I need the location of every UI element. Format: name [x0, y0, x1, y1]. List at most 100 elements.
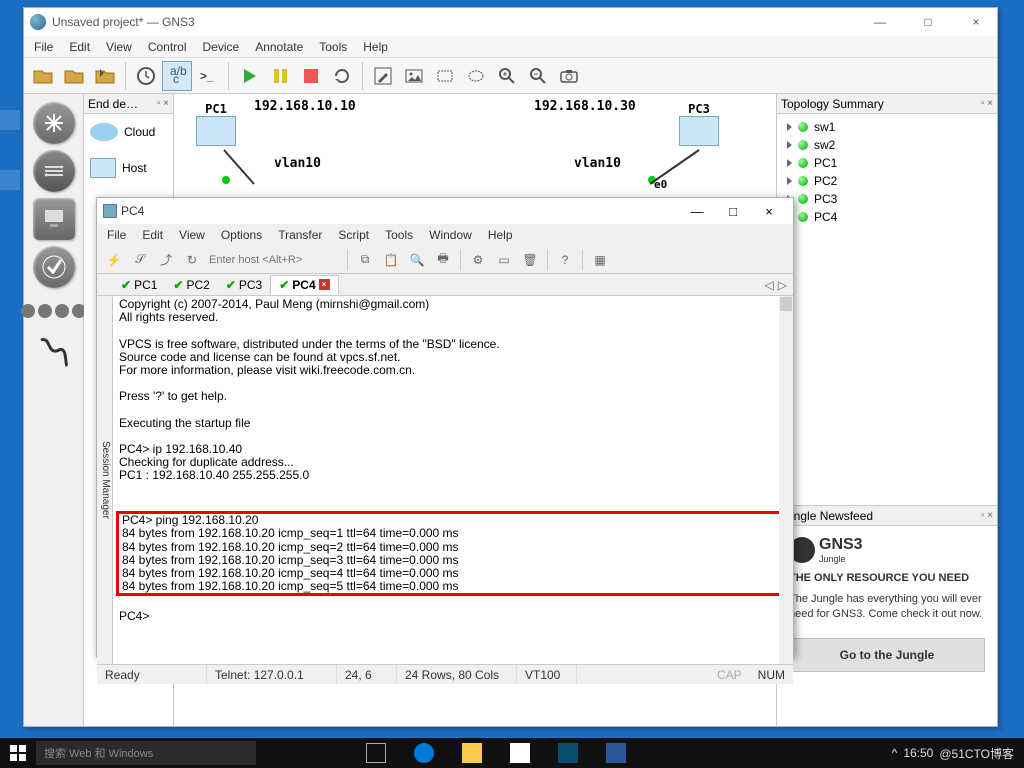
disconnect-icon[interactable]: ⤴ [157, 251, 175, 269]
all-category-icon[interactable] [55, 304, 69, 318]
tray-up-icon[interactable]: ^ [892, 746, 898, 760]
menu-control[interactable]: Control [148, 40, 187, 54]
app-icon[interactable] [558, 743, 578, 763]
tab-pc3[interactable]: ✔PC3 [218, 276, 270, 294]
tab-scroll-left[interactable]: ◁ [765, 278, 774, 292]
switch-category-icon[interactable] [33, 150, 75, 192]
menu-edit[interactable]: Edit [69, 40, 90, 54]
topo-node[interactable]: PC4 [787, 208, 987, 226]
menu-options[interactable]: Options [221, 228, 262, 242]
note-icon[interactable] [368, 61, 398, 91]
zoomin-icon[interactable] [492, 61, 522, 91]
tab-close-icon[interactable]: × [319, 279, 330, 290]
rect-icon[interactable] [430, 61, 460, 91]
all-category-icon[interactable] [21, 304, 35, 318]
menu-annotate[interactable]: Annotate [255, 40, 303, 54]
store-icon[interactable] [510, 743, 530, 763]
expand-icon[interactable] [787, 177, 792, 185]
log-icon[interactable]: 🗑 [521, 251, 539, 269]
panel-undock-icon[interactable]: ▫ × [157, 98, 169, 109]
link-tool-icon[interactable] [36, 332, 72, 372]
topo-node[interactable]: sw1 [787, 118, 987, 136]
quickconnect-icon[interactable]: 𝒮 [131, 251, 149, 269]
menu-transfer[interactable]: Transfer [278, 228, 322, 242]
taskview-icon[interactable] [366, 743, 386, 763]
topo-node[interactable]: PC1 [787, 154, 987, 172]
menu-file[interactable]: File [34, 40, 53, 54]
maximize-button[interactable]: □ [715, 200, 751, 222]
maximize-button[interactable]: □ [913, 15, 943, 29]
app-icon[interactable] [606, 743, 626, 763]
edge-icon[interactable] [414, 743, 434, 763]
menu-file[interactable]: File [107, 228, 126, 242]
session-icon[interactable]: ▭ [495, 251, 513, 269]
panel-undock-icon[interactable]: ▫ × [981, 98, 993, 109]
expand-icon[interactable] [787, 123, 792, 131]
open-icon[interactable] [28, 61, 58, 91]
scrollbar[interactable] [779, 296, 793, 664]
reconnect-icon[interactable]: ⚡ [105, 251, 123, 269]
minimize-button[interactable]: — [865, 15, 895, 29]
topo-node[interactable]: PC2 [787, 172, 987, 190]
zoomout-icon[interactable] [523, 61, 553, 91]
security-category-icon[interactable] [33, 246, 75, 288]
clock[interactable]: 16:50 [903, 746, 933, 760]
print-icon[interactable]: 🖶 [434, 251, 452, 269]
screenshot-icon[interactable] [554, 61, 584, 91]
settings-icon[interactable]: ⚙ [469, 251, 487, 269]
menu-edit[interactable]: Edit [142, 228, 163, 242]
terminal-output[interactable]: Copyright (c) 2007-2014, Paul Meng (mirn… [113, 296, 793, 664]
help-icon[interactable]: ? [556, 251, 574, 269]
tab-pc2[interactable]: ✔PC2 [165, 276, 217, 294]
topo-node[interactable]: sw2 [787, 136, 987, 154]
tab-scroll-right[interactable]: ▷ [778, 278, 787, 292]
device-host[interactable]: Host [84, 150, 173, 186]
open2-icon[interactable] [59, 61, 89, 91]
pause-icon[interactable] [265, 61, 295, 91]
grid-icon[interactable]: ▦ [591, 251, 609, 269]
expand-icon[interactable] [787, 141, 792, 149]
find-icon[interactable]: 🔍 [408, 251, 426, 269]
expand-icon[interactable] [787, 159, 792, 167]
copy-icon[interactable]: ⧉ [356, 251, 374, 269]
tab-pc4[interactable]: ✔PC4× [270, 275, 338, 295]
close-button[interactable]: × [751, 200, 787, 222]
topo-node[interactable]: PC3 [787, 190, 987, 208]
menu-help[interactable]: Help [488, 228, 513, 242]
reload-icon[interactable] [327, 61, 357, 91]
panel-undock-icon[interactable]: ▫ × [981, 510, 993, 521]
session-manager-label[interactable]: Session Manager [97, 296, 113, 664]
paste-icon[interactable]: 📋 [382, 251, 400, 269]
open3-icon[interactable] [90, 61, 120, 91]
menu-device[interactable]: Device [203, 40, 240, 54]
menu-view[interactable]: View [179, 228, 205, 242]
play-icon[interactable] [234, 61, 264, 91]
ellipse-icon[interactable] [461, 61, 491, 91]
snapshot-icon[interactable] [131, 61, 161, 91]
router-category-icon[interactable] [33, 102, 75, 144]
host-input[interactable] [209, 254, 339, 266]
close-button[interactable]: × [961, 15, 991, 29]
tab-pc1[interactable]: ✔PC1 [113, 276, 165, 294]
explorer-icon[interactable] [462, 743, 482, 763]
console-icon[interactable]: >_ [193, 61, 223, 91]
minimize-button[interactable]: — [679, 200, 715, 222]
search-input[interactable]: 搜索 Web 和 Windows [36, 741, 256, 765]
reconnect2-icon[interactable]: ↻ [183, 251, 201, 269]
all-category-icon[interactable] [38, 304, 52, 318]
node-pc3[interactable]: PC3 [679, 102, 719, 146]
abc-icon[interactable]: a/bc [162, 61, 192, 91]
start-button[interactable] [0, 738, 36, 768]
menu-script[interactable]: Script [338, 228, 369, 242]
menu-view[interactable]: View [106, 40, 132, 54]
stop-icon[interactable] [296, 61, 326, 91]
menu-help[interactable]: Help [363, 40, 388, 54]
image-icon[interactable] [399, 61, 429, 91]
menu-tools[interactable]: Tools [319, 40, 347, 54]
enddevice-category-icon[interactable] [33, 198, 75, 240]
go-to-jungle-button[interactable]: Go to the Jungle [789, 638, 985, 672]
menu-tools[interactable]: Tools [385, 228, 413, 242]
menu-window[interactable]: Window [429, 228, 472, 242]
node-pc1[interactable]: PC1 [196, 102, 236, 146]
scroll-thumb[interactable] [780, 297, 792, 311]
